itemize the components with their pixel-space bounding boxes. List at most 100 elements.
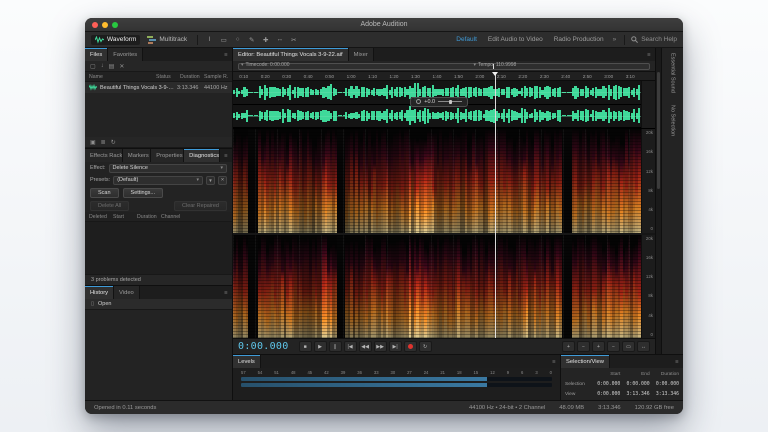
tab-selection-view[interactable]: Selection/View bbox=[561, 355, 610, 368]
vertical-scrollbar[interactable] bbox=[655, 48, 661, 354]
save-preset-icon[interactable]: ▼ bbox=[206, 176, 215, 185]
marquee-selection-tool-icon[interactable]: ▭ bbox=[218, 34, 229, 45]
stop-button[interactable]: ■ bbox=[299, 341, 312, 352]
waveform-display[interactable]: +0.0 bbox=[233, 81, 655, 129]
presets-select[interactable]: (Default) ▾ bbox=[113, 176, 203, 185]
fast-forward-button[interactable]: ▶▶ bbox=[374, 341, 387, 352]
rewind-button[interactable]: ◀◀ bbox=[359, 341, 372, 352]
selection-start-value[interactable]: 0:00.000 bbox=[591, 382, 620, 387]
close-button[interactable] bbox=[92, 22, 98, 28]
history-item-open[interactable]: ▯ Open bbox=[85, 299, 232, 310]
playhead[interactable] bbox=[495, 72, 496, 338]
zoom-out-vertical-button[interactable]: − bbox=[607, 341, 620, 352]
playhead-handle[interactable] bbox=[492, 72, 498, 76]
workspace-radio-production[interactable]: Radio Production bbox=[550, 36, 608, 43]
insert-multitrack-icon[interactable]: ≣ bbox=[101, 139, 106, 146]
skip-to-start-button[interactable]: |◀ bbox=[344, 341, 357, 352]
column-channel[interactable]: Channel bbox=[161, 214, 185, 220]
waveform-right-channel[interactable] bbox=[233, 105, 641, 129]
navigator-range-bar[interactable] bbox=[238, 63, 650, 70]
volume-hud-slider[interactable] bbox=[438, 101, 462, 102]
slip-tool-icon[interactable]: ↔ bbox=[274, 34, 285, 45]
levels-scale-label: 39 bbox=[341, 370, 346, 375]
view-end-value[interactable]: 3:13.346 bbox=[620, 392, 649, 397]
timeline-tick-label: 1:10 bbox=[368, 74, 377, 79]
panel-menu-icon[interactable]: ≡ bbox=[643, 48, 655, 61]
workspace-edit-audio-to-video[interactable]: Edit Audio to Video bbox=[484, 36, 547, 43]
tab-properties[interactable]: Properties bbox=[151, 149, 184, 162]
tab-mixer[interactable]: Mixer bbox=[349, 48, 374, 61]
column-status[interactable]: Status bbox=[156, 74, 180, 80]
column-duration[interactable]: Duration bbox=[137, 214, 161, 220]
folder-icon[interactable]: ▤ bbox=[109, 63, 115, 70]
column-duration[interactable]: Duration bbox=[180, 74, 204, 80]
loop-playback-icon[interactable]: ↻ bbox=[111, 139, 116, 146]
tab-diagnostics[interactable]: Diagnostics bbox=[184, 149, 220, 162]
pause-button[interactable]: ∥ bbox=[329, 341, 342, 352]
settings-button[interactable]: Settings... bbox=[123, 188, 163, 198]
file-list-item[interactable]: Beautiful Things Vocals 3-9-22.aif 3:13.… bbox=[85, 82, 232, 93]
panel-menu-icon[interactable]: ≡ bbox=[220, 286, 232, 299]
zoom-navigator[interactable]: ▾ Timecode: 0:00.000 ▾ Tempo: 110.9998 bbox=[233, 61, 655, 72]
effect-select[interactable]: Delete Silence ▾ bbox=[109, 164, 228, 173]
panel-menu-icon[interactable]: ≡ bbox=[671, 355, 683, 368]
view-start-value[interactable]: 0:00.000 bbox=[591, 392, 620, 397]
column-deleted[interactable]: Deleted bbox=[89, 214, 113, 220]
spot-healing-brush-tool-icon[interactable]: ✚ bbox=[260, 34, 271, 45]
column-name[interactable]: Name bbox=[89, 74, 156, 80]
minimize-button[interactable] bbox=[102, 22, 108, 28]
time-ruler[interactable]: 0:100:200:300:400:501:001:101:201:301:40… bbox=[233, 72, 655, 81]
paintbrush-selection-tool-icon[interactable]: ✎ bbox=[246, 34, 257, 45]
loop-playback-button[interactable]: ↻ bbox=[419, 341, 432, 352]
zoom-out-horizontal-button[interactable]: − bbox=[577, 341, 590, 352]
column-start[interactable]: Start bbox=[113, 214, 137, 220]
tab-editor[interactable]: Editor: Beautiful Things Vocals 3-9-22.a… bbox=[233, 48, 349, 61]
tab-markers[interactable]: Markers bbox=[123, 149, 151, 162]
delete-preset-icon[interactable]: ✕ bbox=[218, 176, 227, 185]
time-selection-tool-icon[interactable]: I bbox=[204, 34, 215, 45]
workspace-overflow-icon[interactable]: » bbox=[611, 36, 619, 43]
delete-file-icon[interactable]: ✕ bbox=[119, 63, 124, 70]
new-file-icon[interactable]: ▢ bbox=[90, 63, 96, 70]
scan-button[interactable]: Scan bbox=[90, 188, 119, 198]
tab-history[interactable]: History bbox=[85, 286, 114, 299]
search-help-field[interactable]: Search Help bbox=[631, 36, 677, 43]
delete-all-button[interactable]: Delete All bbox=[90, 201, 129, 211]
spectrogram-left-channel[interactable] bbox=[233, 129, 641, 233]
lasso-selection-tool-icon[interactable]: ○ bbox=[232, 34, 243, 45]
scrollbar-thumb[interactable] bbox=[657, 72, 660, 188]
razor-tool-icon[interactable]: ✂ bbox=[288, 34, 299, 45]
tab-effects-rack[interactable]: Effects Rack bbox=[85, 149, 123, 162]
tab-video[interactable]: Video bbox=[114, 286, 140, 299]
spectrogram-right-channel[interactable] bbox=[233, 235, 641, 339]
record-button[interactable] bbox=[404, 341, 417, 352]
tab-files[interactable]: Files bbox=[85, 48, 108, 61]
waveform-sample-bar bbox=[338, 115, 340, 116]
multitrack-view-button[interactable]: Multitrack bbox=[143, 35, 191, 45]
view-duration-value[interactable]: 3:13.346 bbox=[650, 392, 679, 397]
volume-hud[interactable]: +0.0 bbox=[410, 97, 468, 107]
zoom-to-selection-button[interactable]: ▭ bbox=[622, 341, 635, 352]
skip-to-end-button[interactable]: ▶| bbox=[389, 341, 402, 352]
import-file-icon[interactable]: ↓ bbox=[101, 63, 104, 69]
essential-sound-panel-tab[interactable]: Essential Sound bbox=[670, 53, 676, 93]
clear-repaired-button[interactable]: Clear Repaired bbox=[174, 201, 227, 211]
tab-levels[interactable]: Levels bbox=[233, 355, 261, 368]
selection-duration-value[interactable]: 0:00.000 bbox=[650, 382, 679, 387]
tab-favorites[interactable]: Favorites bbox=[108, 48, 143, 61]
zoom-in-vertical-button[interactable]: + bbox=[592, 341, 605, 352]
zoom-in-horizontal-button[interactable]: + bbox=[562, 341, 575, 352]
zoom-full-button[interactable]: ↔ bbox=[637, 341, 650, 352]
play-button[interactable]: ▶ bbox=[314, 341, 327, 352]
waveform-view-button[interactable]: Waveform bbox=[91, 35, 140, 45]
panel-menu-icon[interactable]: ≡ bbox=[548, 355, 560, 368]
tab-fill bbox=[140, 286, 220, 299]
workspace-default[interactable]: Default bbox=[452, 36, 481, 43]
selection-end-value[interactable]: 0:00.000 bbox=[620, 382, 649, 387]
open-file-icon[interactable]: ▣ bbox=[90, 139, 96, 146]
column-sample-rate[interactable]: Sample R... bbox=[204, 74, 228, 80]
panel-menu-icon[interactable]: ≡ bbox=[220, 149, 232, 162]
zoom-button[interactable] bbox=[112, 22, 118, 28]
panel-menu-icon[interactable]: ≡ bbox=[220, 48, 232, 61]
spectral-display[interactable]: 20k16k12k8k4k0 20k16k12k8k4k0 bbox=[233, 129, 655, 338]
